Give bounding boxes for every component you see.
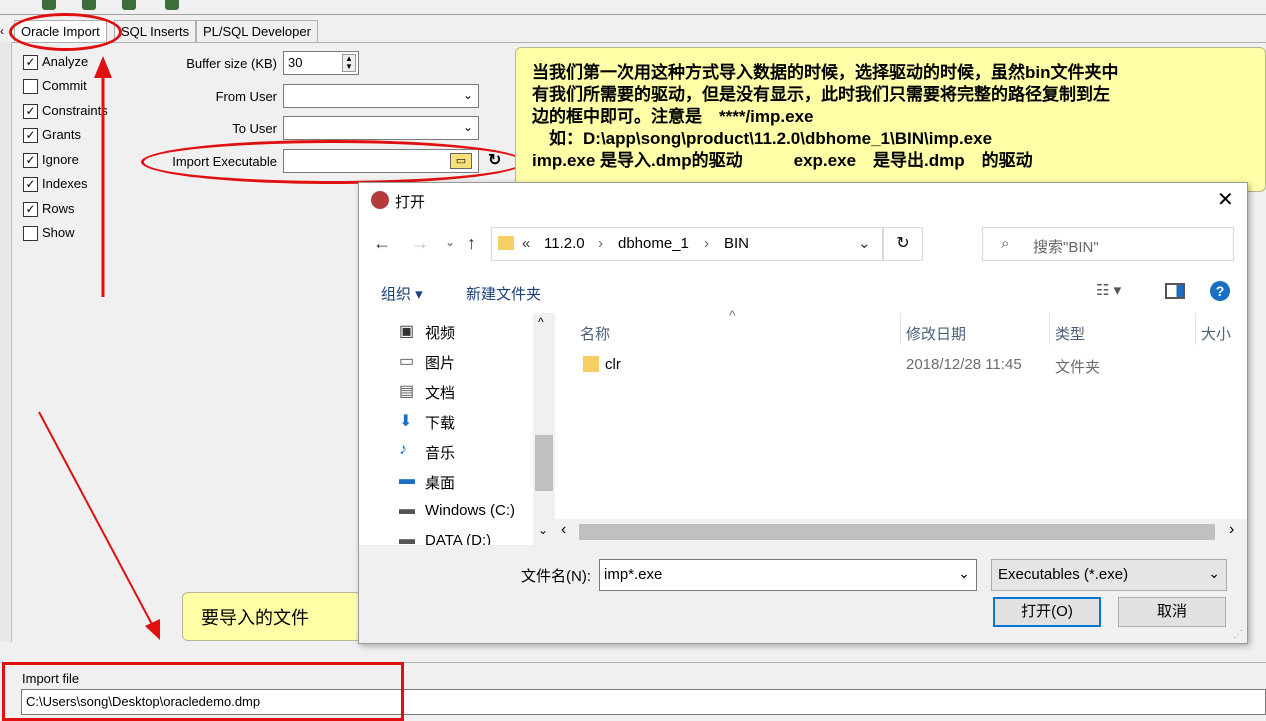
highlight-box-import-file xyxy=(2,662,404,721)
open-file-dialog: 打开 ✕ ← → ⌄ ↑ « 11.2.0 › dbhome_1 › BIN ⌄… xyxy=(358,182,1248,644)
callout-line: 如：D:\app\song\product\11.2.0\dbhome_1\BI… xyxy=(532,129,993,148)
folder-icon xyxy=(498,236,514,250)
arrow-up-head xyxy=(94,56,112,78)
help-icon[interactable]: ? xyxy=(1210,281,1230,301)
nav-item[interactable]: 文档 xyxy=(425,382,455,406)
column-divider xyxy=(1195,313,1196,345)
scroll-down-icon[interactable]: ⌄ xyxy=(538,523,548,537)
search-placeholder: 搜索"BIN" xyxy=(1033,239,1099,256)
column-header-type[interactable]: 类型 xyxy=(1055,323,1085,344)
file-type-select[interactable]: Executables (*.exe) ⌄ xyxy=(991,559,1227,591)
instruction-callout: 当我们第一次用这种方式导入数据的时候，选择驱动的时候，虽然bin文件夹中 有我们… xyxy=(515,47,1266,192)
breadcrumb-separator-icon: › xyxy=(598,235,603,252)
scroll-left-icon[interactable]: ‹ xyxy=(561,521,566,539)
dialog-title: 打开 xyxy=(395,194,426,211)
file-date: 2018/12/28 11:45 xyxy=(906,356,1022,373)
chevron-down-icon: ⌄ xyxy=(1208,565,1220,581)
folder-icon xyxy=(583,356,599,372)
cancel-button[interactable]: 取消 xyxy=(1118,597,1226,627)
breadcrumb-item[interactable]: 11.2.0 xyxy=(544,235,585,252)
forward-arrow-icon[interactable]: → xyxy=(411,233,429,254)
nav-item[interactable]: 音乐 xyxy=(425,442,455,466)
column-divider xyxy=(1049,313,1050,345)
file-list: ^ 名称 修改日期 类型 大小 clr 2018/12/28 11:45 文件夹 xyxy=(555,307,1247,519)
preview-pane-icon[interactable] xyxy=(1165,283,1185,299)
chevron-down-icon[interactable]: ⌄ xyxy=(858,234,871,252)
breadcrumb-item[interactable]: BIN xyxy=(724,235,749,252)
resize-grip-icon[interactable]: ⋰ xyxy=(1233,629,1243,640)
back-arrow-icon[interactable]: ← xyxy=(373,233,391,254)
picture-icon: ▭ xyxy=(399,353,415,370)
breadcrumb-separator-icon: › xyxy=(704,235,709,252)
scroll-up-icon[interactable]: ^ xyxy=(538,315,544,329)
search-box[interactable]: ⌕ 搜索"BIN" xyxy=(982,227,1234,261)
search-icon: ⌕ xyxy=(1001,235,1010,252)
arrow-down-head xyxy=(145,619,160,640)
refresh-icon[interactable]: ↻ xyxy=(883,227,923,261)
filename-value: imp*.exe xyxy=(604,566,663,583)
callout-line: 有我们所需要的驱动，但是没有显示，此时我们只需要将完整的路径复制到左 xyxy=(532,85,1110,104)
video-icon: ▣ xyxy=(399,323,415,340)
callout-line: imp.exe 是导入.dmp的驱动 exp.exe 是导出.dmp 的驱动 xyxy=(532,151,1033,170)
document-icon: ▤ xyxy=(399,383,415,400)
scroll-thumb[interactable] xyxy=(535,435,553,491)
file-name: clr xyxy=(605,356,621,373)
column-header-size[interactable]: 大小 xyxy=(1201,323,1231,344)
filename-input[interactable]: imp*.exe ⌄ xyxy=(599,559,977,591)
desktop-icon: ▬ xyxy=(399,471,415,488)
organize-menu[interactable]: 组织 ▾ xyxy=(381,283,423,304)
scroll-right-icon[interactable]: › xyxy=(1229,521,1234,539)
new-folder-button[interactable]: 新建文件夹 xyxy=(466,283,541,304)
dialog-app-icon xyxy=(371,191,389,209)
column-header-date[interactable]: 修改日期 xyxy=(906,323,966,344)
navigation-row: ← → ⌄ ↑ « 11.2.0 › dbhome_1 › BIN ⌄ ↻ ⌕ … xyxy=(359,223,1247,267)
download-icon: ⬇ xyxy=(399,413,413,430)
navigation-pane: ▣ 视频 ▭ 图片 ▤ 文档 ⬇ 下载 ♪ 音乐 ▬ 桌面 ▬ Windows (C:) ▬ DATA (D:… xyxy=(359,313,554,549)
dialog-title-bar: 打开 ✕ xyxy=(359,183,1247,217)
nav-item[interactable]: 桌面 xyxy=(425,472,455,496)
import-file-callout: 要导入的文件 xyxy=(182,592,362,641)
column-divider xyxy=(900,313,901,345)
up-arrow-icon[interactable]: ↑ xyxy=(467,233,476,254)
nav-item[interactable]: 视频 xyxy=(425,322,455,346)
callout-line: 边的框中即可。注意是 ****/imp.exe xyxy=(532,107,814,126)
scroll-thumb[interactable] xyxy=(579,524,1215,540)
horizontal-scrollbar[interactable]: ‹ › xyxy=(555,519,1247,545)
file-row[interactable]: clr 2018/12/28 11:45 文件夹 xyxy=(555,351,1247,379)
nav-item[interactable]: 图片 xyxy=(425,352,455,376)
command-bar: 组织 ▾ 新建文件夹 ☷ ▾ ? xyxy=(359,275,1247,309)
view-options-icon[interactable]: ☷ ▾ xyxy=(1096,281,1121,299)
nav-item[interactable]: 下载 xyxy=(425,412,455,436)
breadcrumb-item[interactable]: dbhome_1 xyxy=(618,235,689,252)
file-type: 文件夹 xyxy=(1055,359,1101,376)
filename-label: 文件名(N): xyxy=(521,568,591,585)
nav-item[interactable]: Windows (C:) xyxy=(425,502,515,526)
sort-up-icon: ^ xyxy=(729,307,736,323)
drive-icon: ▬ xyxy=(399,501,415,518)
column-header-name[interactable]: 名称 xyxy=(580,323,610,344)
arrow-down-line xyxy=(38,411,156,631)
file-type-value: Executables (*.exe) xyxy=(998,566,1129,583)
music-icon: ♪ xyxy=(399,441,407,458)
nav-scrollbar[interactable]: ^ ⌄ xyxy=(533,313,555,545)
breadcrumb-overflow[interactable]: « xyxy=(522,235,530,252)
chevron-down-icon[interactable]: ⌄ xyxy=(958,565,970,582)
recent-chevron-icon[interactable]: ⌄ xyxy=(445,235,455,249)
callout-line: 当我们第一次用这种方式导入数据的时候，选择驱动的时候，虽然bin文件夹中 xyxy=(532,63,1119,82)
address-bar[interactable]: « 11.2.0 › dbhome_1 › BIN ⌄ xyxy=(491,227,883,261)
close-icon[interactable]: ✕ xyxy=(1217,187,1234,212)
open-button[interactable]: 打开(O) xyxy=(993,597,1101,627)
dialog-bottom-panel: 文件名(N): imp*.exe ⌄ Executables (*.exe) ⌄… xyxy=(359,545,1247,643)
